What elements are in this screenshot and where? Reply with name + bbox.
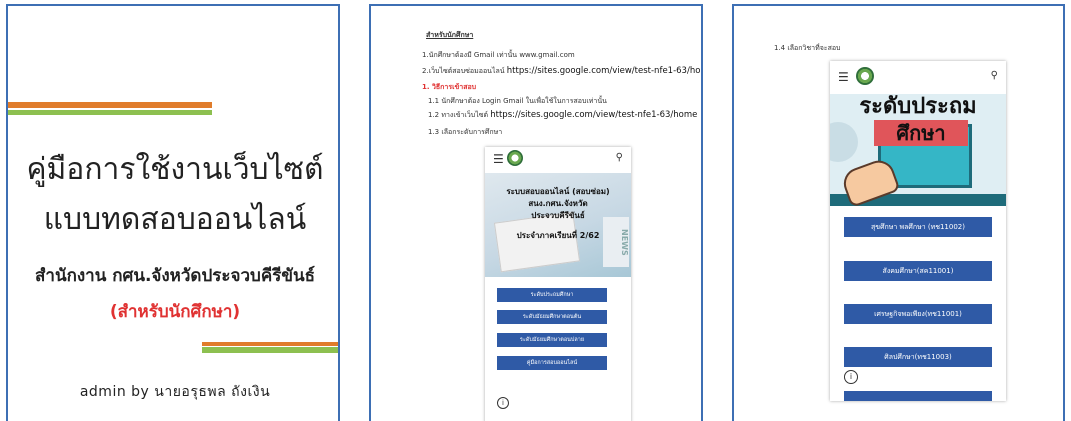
- button-upper-secondary[interactable]: ระดับมัธยมศึกษาตอนปลาย: [497, 333, 607, 347]
- step-1-3: 1.3 เลือกระดับการศึกษา: [428, 128, 503, 136]
- section-heading: สำหรับนักศึกษา: [426, 31, 474, 39]
- banner-title-line-2: ศึกษา: [896, 121, 946, 145]
- cover-author: admin by นายอรุธพล ถังเงิน: [79, 384, 271, 400]
- decor-bar-orange: [8, 102, 212, 108]
- banner-line-4: ประจำภาคเรียนที่ 2/62: [516, 231, 600, 240]
- phone-top-bar: ☰ ⚲: [485, 147, 631, 171]
- decor-bar-green-bottom: [202, 347, 338, 353]
- instruction-line-2: 2.เว็บไซต์สอบซ่อมออนไลน์ https://sites.g…: [422, 66, 701, 77]
- info-icon[interactable]: i: [844, 370, 858, 384]
- website-link[interactable]: https://sites.google.com/view/test-nfe1-…: [507, 66, 701, 76]
- cover-title-line1: คู่มือการใช้งานเว็บไซต์: [26, 152, 324, 187]
- level-banner: ระดับประถม ศึกษา: [830, 94, 1006, 206]
- cover-audience: (สำหรับนักศึกษา): [109, 302, 241, 322]
- hamburger-icon[interactable]: ☰: [838, 71, 849, 83]
- step-1-2: 1.2 ทางเข้าเว็บไซต์ https://sites.google…: [428, 110, 697, 121]
- decor-bar-green: [8, 110, 212, 115]
- subject-button-health[interactable]: สุขศึกษา พลศึกษา (ทช11002): [844, 217, 992, 237]
- phone-screenshot-home: ☰ ⚲ NEWS ระบบสอบออนไลน์ (สอบซ่อม) สนง.กศ…: [485, 147, 631, 421]
- subject-button-economy[interactable]: เศรษฐกิจพอเพียง(ทช11001): [844, 304, 992, 324]
- step-1-1: 1.1 นักศึกษาต้อง Login Gmail ในเพื่อใช้ใ…: [428, 97, 607, 105]
- search-icon[interactable]: ⚲: [616, 152, 623, 163]
- step-1-2-prefix: 1.2 ทางเข้าเว็บไซต์: [428, 111, 489, 119]
- banner-line-2: สนง.กศน.จังหวัด: [528, 199, 588, 208]
- instructions-page: สำหรับนักศึกษา 1.นักศึกษาต้องมี Gmail เท…: [369, 4, 703, 421]
- button-lower-secondary[interactable]: ระดับมัธยมศึกษาตอนต้น: [497, 310, 607, 324]
- website-link-2[interactable]: https://sites.google.com/view/test-nfe1-…: [490, 110, 697, 120]
- school-logo-icon: [856, 67, 874, 85]
- instruction-line-2-prefix: 2.เว็บไซต์สอบซ่อมออนไลน์: [422, 67, 505, 75]
- phone-top-bar: ☰ ⚲: [830, 61, 1006, 91]
- subject-selection-page: 1.4 เลือกวิชาที่จะสอบ ☰ ⚲ ระดับประถม ศึก…: [732, 4, 1065, 421]
- phone-screenshot-subjects: ☰ ⚲ ระดับประถม ศึกษา สุขศึกษา พลศึกษา (ท…: [830, 61, 1006, 401]
- hamburger-icon[interactable]: ☰: [493, 153, 504, 165]
- school-logo-icon: [507, 150, 523, 166]
- cover-page: คู่มือการใช้งานเว็บไซต์ แบบทดสอบออนไลน์ …: [6, 4, 340, 421]
- decor-bar-orange-bottom: [202, 342, 338, 346]
- banner-title-line-1: ระดับประถม: [859, 94, 977, 119]
- subject-button-partial[interactable]: [844, 391, 992, 401]
- instruction-line-1: 1.นักศึกษาต้องมี Gmail เท่านั้น www.gmai…: [422, 51, 575, 59]
- step-1-4: 1.4 เลือกวิชาที่จะสอบ: [774, 44, 841, 52]
- button-primary-level[interactable]: ระดับประถมศึกษา: [497, 288, 607, 302]
- gear-image: [830, 122, 858, 162]
- section-title: 1. วิธีการเข้าสอบ: [422, 83, 477, 91]
- banner-line-1: ระบบสอบออนไลน์ (สอบซ่อม): [506, 187, 610, 196]
- subject-button-art[interactable]: ศิลปศึกษา(ทช11003): [844, 347, 992, 367]
- cover-title-line2: แบบทดสอบออนไลน์: [43, 202, 307, 237]
- subject-button-social[interactable]: สังคมศึกษา(สค11001): [844, 261, 992, 281]
- home-banner: NEWS ระบบสอบออนไลน์ (สอบซ่อม) สนง.กศน.จั…: [485, 173, 631, 277]
- banner-line-3: ประจวบคีรีขันธ์: [531, 211, 585, 220]
- button-exam-manual[interactable]: คู่มือการสอบออนไลน์: [497, 356, 607, 370]
- news-image: NEWS: [603, 217, 629, 267]
- info-icon[interactable]: i: [497, 397, 509, 409]
- search-icon[interactable]: ⚲: [991, 70, 998, 81]
- cover-organization: สำนักงาน กศน.จังหวัดประจวบคีรีขันธ์: [35, 266, 315, 286]
